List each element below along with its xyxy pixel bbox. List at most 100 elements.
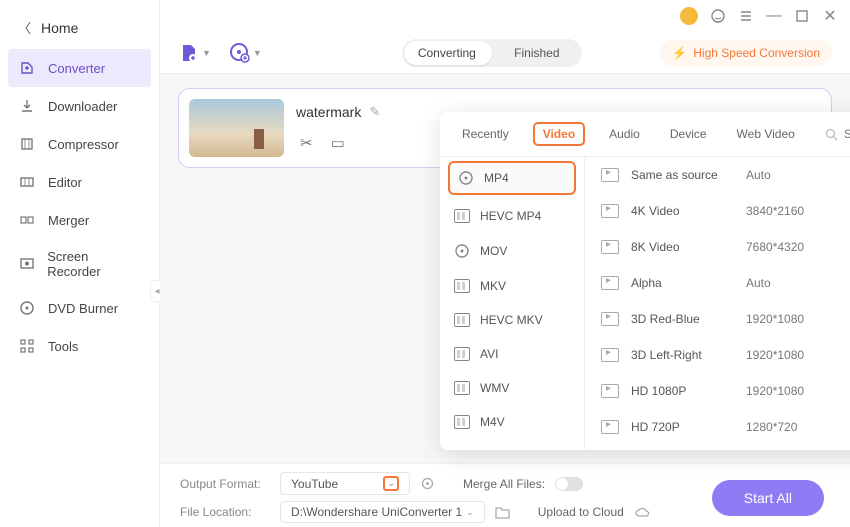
chevron-down-icon: ▼ (253, 48, 262, 58)
thumbnail[interactable] (189, 99, 284, 157)
format-search (825, 127, 850, 141)
preset-name: 3D Red-Blue (631, 312, 746, 326)
disc-icon (454, 243, 470, 259)
preset-icon (601, 420, 619, 434)
content: watermark ✎ ✂ ▭ Convert Recently Video A… (160, 74, 850, 463)
preset-name: Same as source (631, 168, 746, 182)
merger-icon (18, 211, 36, 229)
format-label: MOV (480, 244, 507, 258)
merge-label: Merge All Files: (463, 477, 545, 491)
high-speed-button[interactable]: ⚡ High Speed Conversion (660, 40, 832, 66)
format-row[interactable]: AVI (440, 337, 584, 371)
item-title-row: watermark ✎ (296, 104, 380, 120)
preset-name: 3D Left-Right (631, 348, 746, 362)
preset-row[interactable]: AlphaAuto✎ (585, 265, 850, 301)
format-icon (454, 415, 470, 429)
merge-toggle[interactable] (555, 477, 583, 491)
search-input[interactable] (844, 127, 850, 141)
avatar-icon[interactable] (680, 7, 698, 25)
preset-resolution: 1920*1080 (746, 348, 846, 362)
format-row-mp4[interactable]: MP4 (448, 161, 576, 195)
maximize-icon[interactable] (794, 8, 810, 24)
sidebar-item-label: Compressor (48, 137, 119, 152)
tab-video[interactable]: Video (533, 122, 585, 146)
tab-web-video[interactable]: Web Video (731, 123, 801, 145)
crop-icon[interactable]: ▭ (331, 134, 345, 152)
sidebar-item-dvd-burner[interactable]: DVD Burner (0, 289, 159, 327)
home-link[interactable]: 〈 Home (0, 6, 159, 49)
preset-row[interactable]: Same as sourceAuto✎ (585, 157, 850, 193)
cloud-icon[interactable] (634, 506, 651, 519)
output-format-label: Output Format: (180, 477, 270, 491)
sidebar-item-editor[interactable]: Editor (0, 163, 159, 201)
compressor-icon (18, 135, 36, 153)
tab-device[interactable]: Device (664, 123, 713, 145)
format-label: AVI (480, 347, 498, 361)
folder-icon[interactable] (495, 506, 510, 519)
disc-icon (458, 170, 474, 186)
toolbar-left: ▼ ▼ (178, 42, 262, 64)
support-icon[interactable] (710, 8, 726, 24)
minimize-icon[interactable]: — (766, 8, 782, 24)
preset-icon (601, 312, 619, 326)
start-all-button[interactable]: Start All (712, 480, 824, 516)
trim-icon[interactable]: ✂ (300, 134, 313, 152)
back-icon: 〈 (18, 18, 31, 37)
tab-recently[interactable]: Recently (456, 123, 515, 145)
sidebar-item-label: Converter (48, 61, 105, 76)
sidebar-item-label: Screen Recorder (47, 249, 141, 279)
sidebar-item-label: Downloader (48, 99, 117, 114)
item-tools: ✂ ▭ (300, 134, 380, 152)
sidebar-item-merger[interactable]: Merger (0, 201, 159, 239)
main: — ✕ ▼ ▼ Converting Finished ⚡ High Speed… (160, 0, 850, 527)
chevron-down-icon: ⌄ (383, 476, 399, 491)
preset-icon (601, 204, 619, 218)
format-row[interactable]: M4V (440, 405, 584, 439)
sidebar-item-converter[interactable]: Converter (8, 49, 151, 87)
format-list[interactable]: MP4 HEVC MP4 MOV MKV HEVC MKV AVI WMV M4… (440, 157, 585, 450)
close-icon[interactable]: ✕ (822, 8, 838, 24)
format-row[interactable]: MOV (440, 233, 584, 269)
format-row[interactable]: HEVC MKV (440, 303, 584, 337)
preset-row[interactable]: HD 1080P1920*1080✎ (585, 373, 850, 409)
sidebar-item-screen-recorder[interactable]: Screen Recorder (0, 239, 159, 289)
format-row[interactable]: WMV (440, 371, 584, 405)
preset-icon (601, 384, 619, 398)
search-icon (825, 128, 838, 141)
format-row[interactable]: MKV (440, 269, 584, 303)
format-category-tabs: Recently Video Audio Device Web Video (440, 112, 850, 157)
preset-row[interactable]: HD 720P1280*720✎ (585, 409, 850, 445)
add-file-button[interactable]: ▼ (178, 42, 211, 64)
toolbar: ▼ ▼ Converting Finished ⚡ High Speed Con… (160, 32, 850, 74)
file-location-label: File Location: (180, 505, 270, 519)
preset-row[interactable]: 3D Red-Blue1920*1080✎ (585, 301, 850, 337)
chevron-down-icon: ⌄ (466, 507, 474, 518)
preset-resolution: Auto (746, 276, 846, 290)
format-row[interactable]: HEVC MP4 (440, 199, 584, 233)
rename-icon[interactable]: ✎ (369, 104, 380, 120)
chevron-down-icon: ▼ (202, 48, 211, 58)
gear-icon[interactable] (420, 476, 435, 491)
sidebar-item-compressor[interactable]: Compressor (0, 125, 159, 163)
preset-row[interactable]: 8K Video7680*4320✎ (585, 229, 850, 265)
preset-row[interactable]: 3D Left-Right1920*1080✎ (585, 337, 850, 373)
preset-name: HD 1080P (631, 384, 746, 398)
add-file-icon (178, 42, 200, 64)
sidebar-item-downloader[interactable]: Downloader (0, 87, 159, 125)
file-location-select[interactable]: D:\Wondershare UniConverter 1 ⌄ (280, 501, 485, 523)
preset-icon (601, 168, 619, 182)
output-format-select[interactable]: YouTube ⌄ (280, 472, 410, 495)
add-disc-button[interactable]: ▼ (229, 42, 262, 64)
preset-list[interactable]: Same as sourceAuto✎ 4K Video3840*2160✎ 8… (585, 157, 850, 450)
format-label: M4V (480, 415, 505, 429)
menu-icon[interactable] (738, 8, 754, 24)
tab-audio[interactable]: Audio (603, 123, 646, 145)
converter-icon (18, 59, 36, 77)
sidebar-item-tools[interactable]: Tools (0, 327, 159, 365)
format-icon (454, 313, 470, 327)
preset-row[interactable]: 4K Video3840*2160✎ (585, 193, 850, 229)
tab-finished[interactable]: Finished (492, 46, 582, 60)
tab-converting[interactable]: Converting (402, 46, 492, 60)
preset-resolution: 1920*1080 (746, 312, 846, 326)
preset-resolution: Auto (746, 168, 846, 182)
